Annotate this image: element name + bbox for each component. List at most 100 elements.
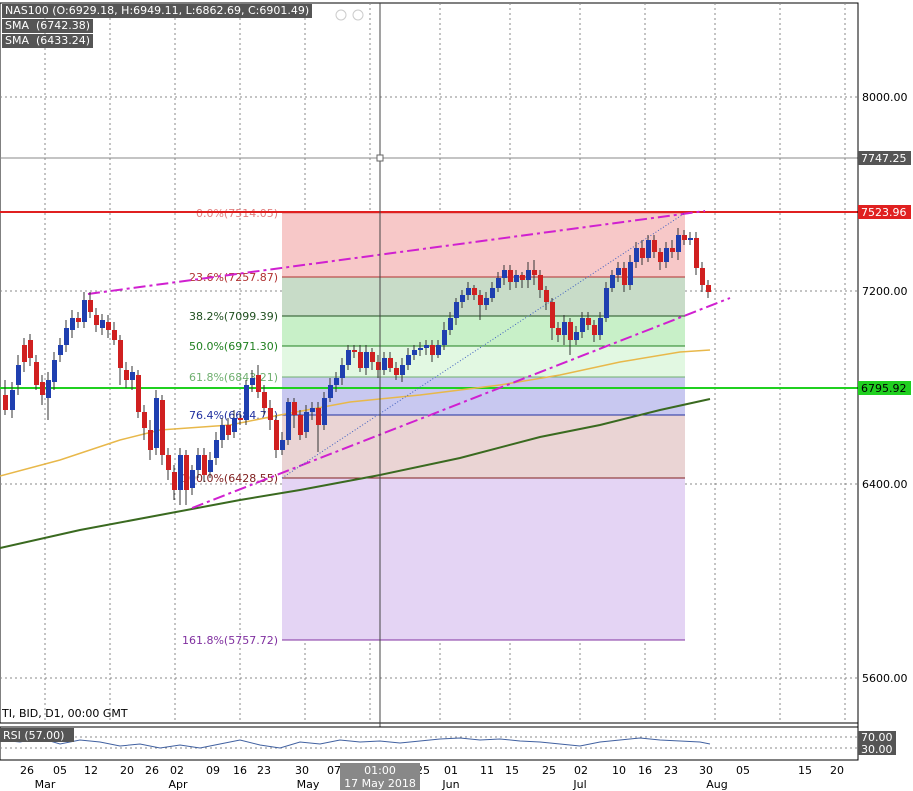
candle-body [580, 318, 585, 332]
candle-body [172, 472, 177, 490]
candle-body [16, 365, 21, 385]
candle-body [364, 352, 369, 368]
candle-body [352, 350, 357, 352]
candle-body [658, 252, 663, 262]
candle-body [28, 340, 33, 358]
candle-body [478, 295, 483, 305]
fib-label-6: 100.0%(6428.55) [182, 472, 278, 485]
candle-body [286, 402, 291, 440]
candle-body [3, 395, 8, 410]
candle-body [334, 378, 339, 385]
day-tick-23: 20 [830, 764, 844, 777]
candle-body [346, 350, 351, 365]
day-tick-0: 26 [20, 764, 34, 777]
candle-body [604, 288, 609, 318]
candle-body [232, 418, 237, 432]
day-tick-20: 30 [699, 764, 713, 777]
day-tick-1: 05 [53, 764, 67, 777]
candle-body [694, 238, 699, 268]
candle-body [100, 320, 105, 328]
candle-body [280, 440, 285, 450]
candle-body [130, 372, 135, 380]
candle-body [544, 290, 549, 302]
sma-slow-readout: SMA (6433.24) [2, 34, 94, 48]
candle-body [664, 248, 669, 262]
candle-body [586, 318, 591, 325]
day-tick-8: 23 [257, 764, 271, 777]
candle-body [10, 390, 15, 410]
candle-body [220, 425, 225, 440]
candle-body [64, 328, 69, 345]
fib-label-0: 0.0%(7514.05) [196, 207, 278, 220]
day-tick-16: 02 [574, 764, 588, 777]
month-tick-0: Mar [35, 778, 56, 791]
candle-body [238, 418, 243, 420]
rsi-lower-tick: 30.00 [861, 743, 893, 756]
candle-body [460, 295, 465, 302]
candle-22 [136, 370, 141, 418]
crosshair-handle [376, 154, 384, 162]
candle-body [166, 455, 171, 470]
day-tick-17: 10 [612, 764, 626, 777]
candle-body [640, 248, 645, 258]
sma-fast-readout: SMA (6742.38) [2, 19, 94, 33]
candle-25 [154, 390, 159, 455]
candle-body [214, 440, 219, 458]
fib-label-3: 50.0%(6971.30) [189, 340, 278, 353]
candle-body [202, 455, 207, 475]
candle-body [316, 408, 321, 425]
candle-body [676, 235, 681, 252]
candle-body [148, 430, 153, 450]
candle-body [22, 345, 27, 362]
fib-label-7: 161.8%(5757.72) [182, 634, 278, 647]
candle-body [298, 415, 303, 435]
candle-body [388, 358, 393, 368]
candle-body [274, 420, 279, 450]
fib-zone [282, 478, 685, 640]
price-tick-1: 7200.00 [862, 285, 908, 298]
day-tick-19: 23 [664, 764, 678, 777]
price-tick-0: 8000.00 [862, 91, 908, 104]
candle-body [190, 470, 195, 488]
fib-label-1: 23.6%(7257.87) [189, 271, 278, 284]
candle-body [262, 392, 267, 408]
candle-body [550, 302, 555, 328]
candle-body [508, 270, 513, 282]
candle-body [154, 398, 159, 448]
candle-body [178, 455, 183, 490]
price-tick-2: 6400.00 [862, 478, 908, 491]
candle-body [76, 318, 81, 322]
price-marker-grey: 7747.25 [861, 152, 907, 165]
candle-body [670, 248, 675, 252]
candle-body [442, 330, 447, 345]
candle-body [52, 360, 57, 382]
month-tick-5: Aug [706, 778, 727, 791]
month-tick-2: May [297, 778, 320, 791]
rsi-label: RSI (57.00) [3, 729, 64, 742]
candle-body [682, 235, 687, 240]
day-tick-9: 30 [295, 764, 309, 777]
candle-body [106, 322, 111, 330]
month-tick-1: Apr [168, 778, 188, 791]
price-chart[interactable]: 0.0%(7514.05) 23.6%(7257.87) 38.2%(7099.39… [0, 0, 913, 791]
candle-body [382, 358, 387, 370]
candle-body [196, 455, 201, 470]
candle-body [94, 315, 99, 325]
candle-body [256, 375, 261, 392]
candle-body [700, 268, 705, 285]
day-tick-5: 02 [170, 764, 184, 777]
candle-body [568, 322, 573, 340]
candle-body [88, 300, 93, 312]
day-tick-22: 15 [798, 764, 812, 777]
chart-footer-info: TI, BID, D1, 00:00 GMT [2, 707, 128, 720]
day-tick-4: 26 [145, 764, 159, 777]
candle-body [634, 248, 639, 262]
candle-body [412, 350, 417, 355]
crosshair-date: 17 May 2018 [344, 777, 416, 790]
fib-zone [282, 415, 685, 478]
fib-label-2: 38.2%(7099.39) [189, 310, 278, 323]
candle-100 [604, 282, 609, 322]
candle-body [400, 365, 405, 375]
candle-body [520, 275, 525, 280]
candle-body [598, 318, 603, 335]
